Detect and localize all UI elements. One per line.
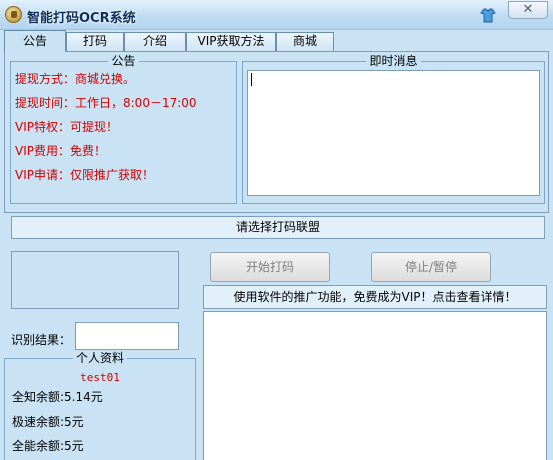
- username: test01: [80, 371, 120, 384]
- tab-notice[interactable]: 公告: [4, 30, 66, 52]
- tab-captcha[interactable]: 打码: [66, 32, 124, 51]
- news-title: 即时消息: [366, 54, 421, 68]
- close-button[interactable]: ✕: [508, 1, 548, 19]
- profile-title: 个人资料: [72, 351, 127, 365]
- result-input[interactable]: [75, 322, 179, 350]
- result-label: 识别结果：: [11, 333, 72, 347]
- stop-pause-button[interactable]: 停止/暂停: [371, 252, 491, 282]
- notice-line: 提现方式：商城兑换。: [15, 72, 136, 86]
- notice-line: VIP费用：免费！: [15, 144, 106, 158]
- notice-line: VIP申请：仅限推广获取！: [15, 168, 154, 182]
- profile-group: 个人资料 test01 全知余额:5.14元 极速余额:5元 全能余额:5元: [4, 351, 196, 460]
- title-bar[interactable]: 智能打码OCR系统 ✕: [0, 0, 553, 30]
- text-caret: [251, 73, 252, 86]
- promo-link[interactable]: 使用软件的推广功能，免费成为VIP！点击查看详情！: [203, 285, 547, 309]
- notice-line: 提现时间：工作日，8:00－17:00: [15, 96, 197, 110]
- start-captcha-button[interactable]: 开始打码: [210, 252, 330, 282]
- tab-mall[interactable]: 商城: [276, 32, 334, 51]
- captcha-image: [11, 251, 179, 309]
- app-icon: [5, 6, 22, 23]
- balance-quanneng: 全能余额:5元: [12, 439, 84, 453]
- tab-intro[interactable]: 介绍: [124, 32, 186, 51]
- tab-vip-method[interactable]: VIP获取方法: [186, 32, 276, 51]
- balance-quanzhi: 全知余额:5.14元: [12, 390, 103, 404]
- window-title: 智能打码OCR系统: [27, 11, 136, 26]
- notice-line: VIP特权：可提现！: [15, 120, 118, 134]
- balance-jisu: 极速余额:5元: [12, 415, 84, 429]
- alliance-select-bar[interactable]: 请选择打码联盟: [11, 216, 545, 239]
- skin-icon[interactable]: [480, 7, 496, 23]
- notice-title: 公告: [108, 54, 139, 68]
- news-textarea[interactable]: [247, 70, 540, 196]
- log-textarea[interactable]: [203, 311, 547, 460]
